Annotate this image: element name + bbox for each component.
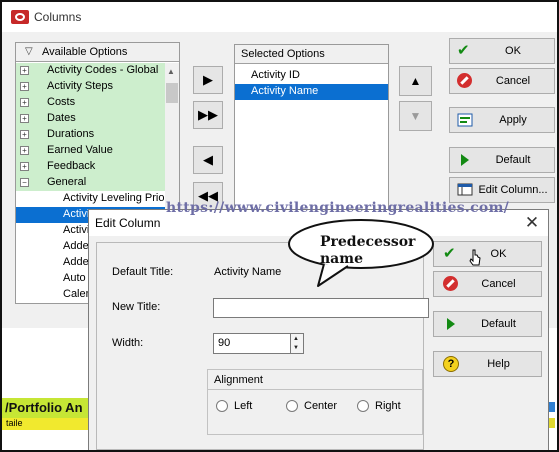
edit-ok-label: OK <box>490 248 507 260</box>
selected-option-label: Activity Name <box>251 85 319 97</box>
collapse-icon[interactable]: − <box>20 178 29 187</box>
tree-category[interactable]: − General <box>16 175 165 191</box>
tree-item[interactable]: Activity Leveling Prio <box>16 191 165 207</box>
width-label: Width: <box>112 337 144 349</box>
cancel-label: Cancel <box>495 75 531 87</box>
alignment-group: Alignment Left Center Right <box>207 369 423 435</box>
tree-item-label: Costs <box>47 96 76 108</box>
expand-icon[interactable]: + <box>20 82 29 91</box>
default-title-value: Activity Name <box>214 266 282 278</box>
mouse-cursor-icon <box>468 249 482 272</box>
callout-text: Predecessor name <box>320 234 415 268</box>
default-label: Default <box>495 154 531 166</box>
radio-left-label: Left <box>234 400 253 412</box>
selected-option-label: Activity ID <box>251 69 300 81</box>
tree-item-label: Activi <box>63 208 90 220</box>
scrollbar-thumb[interactable] <box>166 83 178 103</box>
ok-button[interactable]: ✔ OK <box>449 38 555 64</box>
radio-right-label: Right <box>375 400 401 412</box>
edit-column-label: Edit Column... <box>478 184 548 196</box>
tree-category[interactable]: + Costs <box>16 95 165 111</box>
default-button[interactable]: Default <box>449 147 555 173</box>
add-column-button[interactable]: ▶ <box>193 66 223 94</box>
tree-item-label: Activity Codes - Global <box>47 64 159 76</box>
background-bar-text: /Portfolio An <box>5 400 83 415</box>
edit-default-button[interactable]: Default <box>433 311 542 337</box>
tree-item-label: Dates <box>47 112 76 124</box>
apply-label: Apply <box>499 114 527 126</box>
chevron-down-icon: ▽ <box>25 46 33 57</box>
background-wbs-bar: /Portfolio An <box>2 398 90 418</box>
columns-titlebar: Columns <box>2 2 557 32</box>
ok-label: OK <box>505 45 521 57</box>
cancel-button[interactable]: Cancel <box>449 68 555 94</box>
columns-title: Columns <box>34 10 82 24</box>
default-title-label: Default Title: <box>112 266 174 278</box>
stepper-down-icon[interactable]: ▼ <box>293 345 299 351</box>
callout-line-2: name <box>320 251 363 267</box>
tree-item-label: Feedback <box>47 160 96 172</box>
tree-category[interactable]: + Dates <box>16 111 165 127</box>
tree-item-label: Auto <box>63 272 86 284</box>
tree-item-label: Durations <box>47 128 95 140</box>
edit-help-label: Help <box>487 358 510 370</box>
tree-category[interactable]: + Activity Steps <box>16 79 165 95</box>
available-options-label: Available Options <box>42 46 128 58</box>
add-all-columns-button[interactable]: ▶▶ <box>193 101 223 129</box>
tree-category[interactable]: + Activity Codes - Global <box>16 63 165 79</box>
tree-category[interactable]: + Feedback <box>16 159 165 175</box>
selected-options-label: Selected Options <box>241 48 325 60</box>
move-up-button[interactable]: ▲ <box>399 66 432 96</box>
scroll-up-icon[interactable]: ▲ <box>167 67 175 76</box>
tree-item-label: Adde <box>63 240 89 252</box>
edit-ok-button[interactable]: ✔ OK <box>433 241 542 267</box>
apply-button[interactable]: Apply <box>449 107 555 133</box>
tree-item-label: Activi <box>63 224 90 236</box>
tree-item-label: Earned Value <box>47 144 113 156</box>
remove-column-button[interactable]: ◀ <box>193 146 223 174</box>
radio-right[interactable] <box>357 400 369 412</box>
tree-item-label: Adde <box>63 256 89 268</box>
tree-category[interactable]: + Earned Value <box>16 143 165 159</box>
edit-default-label: Default <box>481 318 516 330</box>
app-logo-icon <box>11 10 29 24</box>
close-icon[interactable]: ✕ <box>521 212 543 234</box>
radio-left[interactable] <box>216 400 228 412</box>
expand-icon[interactable]: + <box>20 66 29 75</box>
expand-icon[interactable]: + <box>20 162 29 171</box>
radio-center-label: Center <box>304 400 338 412</box>
tree-category[interactable]: + Durations <box>16 127 165 143</box>
tree-item-label: Activity Leveling Prio <box>63 192 165 204</box>
edit-cancel-button[interactable]: Cancel <box>433 271 542 297</box>
background-wbs-bar-2: taile <box>2 418 90 430</box>
edit-column-title: Edit Column <box>95 216 161 230</box>
radio-center[interactable] <box>286 400 298 412</box>
expand-icon[interactable]: + <box>20 146 29 155</box>
expand-icon[interactable]: + <box>20 130 29 139</box>
stepper-up-icon[interactable]: ▲ <box>293 336 299 342</box>
new-title-input[interactable] <box>213 298 429 318</box>
callout-bubble: Predecessor name <box>288 219 438 287</box>
background-bar-text-2: taile <box>6 418 23 428</box>
alignment-header: Alignment <box>208 370 422 390</box>
expand-icon[interactable]: + <box>20 98 29 107</box>
new-title-label: New Title: <box>112 301 161 313</box>
available-options-header[interactable]: ▽ Available Options <box>16 43 179 62</box>
edit-cancel-label: Cancel <box>481 278 516 290</box>
selected-options-header: Selected Options <box>235 45 388 64</box>
selected-option-item[interactable]: Activity Name <box>235 84 388 100</box>
tree-item-label: Activity Steps <box>47 80 114 92</box>
expand-icon[interactable]: + <box>20 114 29 123</box>
selected-option-item[interactable]: Activity ID <box>235 68 388 84</box>
width-input[interactable]: 90 <box>213 333 291 354</box>
callout-line-1: Predecessor <box>320 234 416 250</box>
watermark: https://www.civilengineeringrealities.co… <box>166 200 510 216</box>
width-stepper[interactable]: ▲ ▼ <box>290 333 304 354</box>
alignment-label: Alignment <box>214 374 263 386</box>
tree-item-label: General <box>47 176 87 188</box>
move-down-button[interactable]: ▼ <box>399 101 432 131</box>
edit-help-button[interactable]: ? Help <box>433 351 542 377</box>
